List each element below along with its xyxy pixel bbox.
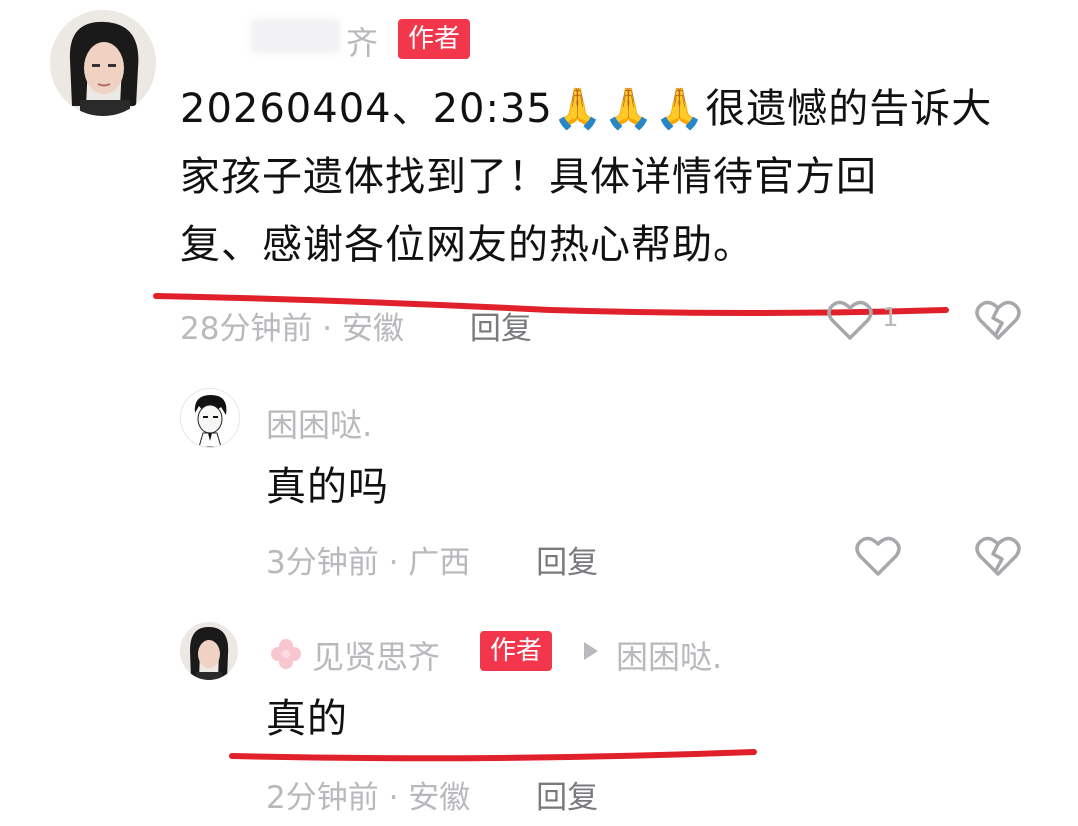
dislike-button[interactable] bbox=[974, 298, 1022, 342]
reply-arrow-icon bbox=[582, 640, 600, 662]
comment-meta: 28分钟前 · 安徽 回复 bbox=[180, 303, 532, 348]
broken-heart-icon bbox=[975, 300, 1021, 340]
author-name[interactable]: 齐 bbox=[346, 18, 378, 64]
author-badge: 作者 bbox=[480, 631, 553, 671]
reply-to-name[interactable]: 困困哒. bbox=[616, 632, 722, 678]
reply-reply-button[interactable]: 回复 bbox=[536, 780, 598, 816]
broken-heart-icon bbox=[975, 536, 1021, 576]
reply-author-name[interactable]: 见贤思齐 bbox=[312, 632, 440, 678]
reply-meta: 3分钟前 · 广西 回复 bbox=[266, 537, 598, 582]
annotation-underline bbox=[229, 749, 757, 762]
reply-dislike-button[interactable] bbox=[974, 534, 1022, 578]
like-button[interactable] bbox=[826, 298, 874, 342]
reply-time-location: 2分钟前 · 安徽 bbox=[266, 780, 471, 816]
comment-text-line: 20260404、20:35🙏🙏🙏很遗憾的告诉大 bbox=[180, 86, 993, 132]
like-count: 1 bbox=[882, 303, 899, 333]
reply-reply-button[interactable]: 回复 bbox=[536, 545, 598, 581]
reply-time-location: 3分钟前 · 广西 bbox=[266, 545, 471, 581]
flower-icon bbox=[268, 636, 304, 672]
reply-like-button[interactable] bbox=[854, 534, 902, 578]
comment-text-line: 家孩子遗体找到了！具体详情待官方回 bbox=[180, 154, 877, 200]
comment-time-location: 28分钟前 · 安徽 bbox=[180, 311, 405, 347]
comment-text: 20260404、20:35🙏🙏🙏很遗憾的告诉大 家孩子遗体找到了！具体详情待官… bbox=[180, 80, 1060, 274]
reply-text: 真的 bbox=[266, 696, 348, 742]
heart-icon bbox=[855, 536, 901, 576]
reply-text: 真的吗 bbox=[266, 464, 389, 510]
reply-avatar[interactable] bbox=[180, 388, 240, 448]
reply-author-name[interactable]: 困困哒. bbox=[266, 400, 372, 446]
author-avatar[interactable] bbox=[50, 10, 156, 116]
reply-meta: 2分钟前 · 安徽 回复 bbox=[266, 772, 598, 817]
author-name-blurred[interactable] bbox=[250, 18, 340, 54]
reply-author-avatar[interactable] bbox=[180, 622, 238, 680]
heart-icon bbox=[827, 300, 873, 340]
author-badge: 作者 bbox=[398, 19, 471, 59]
comment-reply-button[interactable]: 回复 bbox=[470, 311, 532, 347]
comment-text-line: 复、感谢各位网友的热心帮助。 bbox=[180, 222, 754, 268]
